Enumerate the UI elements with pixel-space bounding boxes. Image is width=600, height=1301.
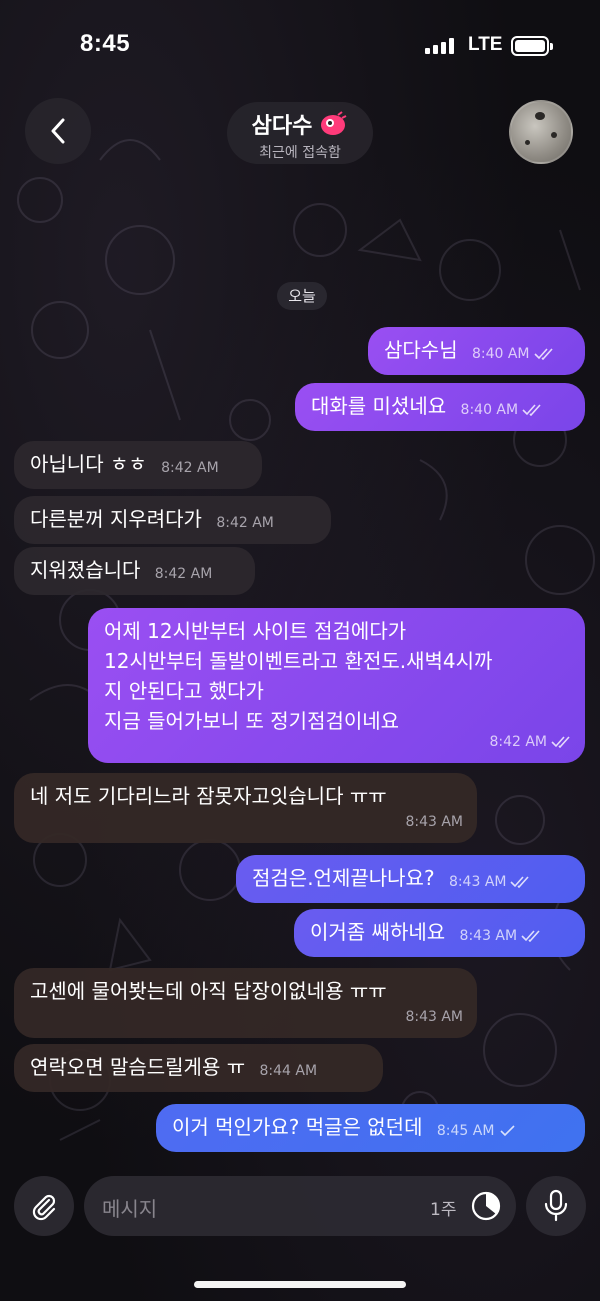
pink-emoji-icon	[321, 111, 347, 135]
date-separator: 오늘	[277, 282, 327, 310]
double-check-icon	[551, 736, 570, 748]
message-time: 8:43 AM	[459, 928, 518, 944]
message-text: 다른분꺼 지우려다가	[30, 507, 202, 531]
message-text: 아닙니다 ㅎㅎ	[30, 452, 147, 476]
chat-title[interactable]: 삼다수 최근에 접속함	[227, 102, 373, 164]
message-text-line: 지 안된다고 했다가	[104, 679, 264, 703]
message-time: 8:42 AM	[154, 566, 213, 582]
message-bubble-incoming[interactable]: 지워졌습니다 8:42 AM	[14, 547, 255, 595]
attach-button[interactable]	[14, 1176, 74, 1236]
last-seen-status: 최근에 접속함	[259, 145, 341, 161]
battery-icon	[511, 36, 553, 56]
message-placeholder: 메시지	[102, 1197, 158, 1221]
message-time: 8:43 AM	[405, 1009, 463, 1025]
message-text: 연락오면 말슴드릴게용 ㅠ	[30, 1055, 246, 1079]
chevron-left-icon	[51, 118, 65, 144]
message-bubble-incoming[interactable]: 네 저도 기다리느라 잠못자고잇습니다 ㅠㅠ 8:43 AM	[14, 773, 477, 843]
message-time: 8:42 AM	[489, 734, 547, 750]
double-check-icon	[522, 404, 541, 416]
message-time: 8:43 AM	[448, 874, 507, 890]
message-time: 8:42 AM	[161, 460, 219, 476]
check-icon	[500, 1125, 515, 1137]
self-destruct-label[interactable]: 1주	[430, 1195, 456, 1220]
message-bubble-incoming[interactable]: 연락오면 말슴드릴게용 ㅠ 8:44 AM	[14, 1044, 383, 1092]
microphone-icon	[544, 1189, 568, 1222]
message-bubble-outgoing[interactable]: 대화를 미셨네요 8:40 AM	[295, 383, 585, 431]
double-check-icon	[510, 876, 530, 888]
message-text: 점검은.언제끝나나요?	[252, 866, 435, 890]
message-text: 지워졌습니다	[30, 558, 141, 582]
message-text: 이거 먹인가요? 먹글은 없던데	[172, 1115, 423, 1139]
message-time: 8:42 AM	[216, 515, 274, 531]
message-bubble-outgoing[interactable]: 이거좀 쌔하네요 8:43 AM	[294, 909, 585, 957]
network-label: LTE	[468, 34, 503, 55]
message-bubble-incoming[interactable]: 다른분꺼 지우려다가 8:42 AM	[14, 496, 331, 544]
message-text: 이거좀 쌔하네요	[310, 920, 446, 944]
clock: 8:45	[80, 30, 131, 57]
message-time: 8:43 AM	[405, 814, 463, 830]
message-bubble-incoming[interactable]: 아닙니다 ㅎㅎ 8:42 AM	[14, 441, 262, 489]
message-time: 8:45 AM	[436, 1123, 495, 1139]
message-text: 대화를 미셨네요	[311, 394, 447, 418]
double-check-icon	[533, 348, 553, 360]
message-text: 고센에 물어봣는데 아직 답장이없네용 ㅠㅠ	[30, 979, 387, 1003]
contact-name: 삼다수	[251, 114, 313, 139]
back-button[interactable]	[25, 98, 91, 164]
message-bubble-outgoing[interactable]: 점검은.언제끝나나요? 8:43 AM	[236, 855, 585, 903]
message-bubble-outgoing[interactable]: 이거 먹인가요? 먹글은 없던데 8:45 AM	[156, 1104, 585, 1152]
avatar[interactable]	[509, 100, 573, 164]
timer-icon[interactable]	[469, 1189, 503, 1223]
message-time: 8:40 AM	[471, 346, 530, 362]
message-bubble-outgoing[interactable]: 어제 12시반부터 사이트 점검에다가 12시반부터 돌발이벤트라고 환전도.새…	[88, 608, 585, 763]
message-time: 8:40 AM	[460, 402, 519, 418]
double-check-icon	[521, 930, 540, 942]
microphone-button[interactable]	[526, 1176, 586, 1236]
message-text-line: 어제 12시반부터 사이트 점검에다가	[104, 619, 407, 643]
home-indicator[interactable]	[194, 1281, 406, 1288]
message-input[interactable]: 메시지 1주	[84, 1176, 516, 1236]
message-bubble-incoming[interactable]: 고센에 물어봣는데 아직 답장이없네용 ㅠㅠ 8:43 AM	[14, 968, 477, 1038]
paperclip-icon	[32, 1194, 56, 1221]
signal-icon	[425, 38, 454, 54]
message-text-line: 12시반부터 돌발이벤트라고 환전도.새벽4시까	[104, 649, 493, 673]
status-bar: 8:45 LTE	[0, 0, 600, 92]
message-time: 8:44 AM	[259, 1063, 318, 1079]
message-bubble-outgoing[interactable]: 삼다수님 8:40 AM	[368, 327, 585, 375]
message-text: 네 저도 기다리느라 잠못자고잇습니다 ㅠㅠ	[30, 784, 387, 808]
message-text: 삼다수님	[384, 338, 458, 362]
